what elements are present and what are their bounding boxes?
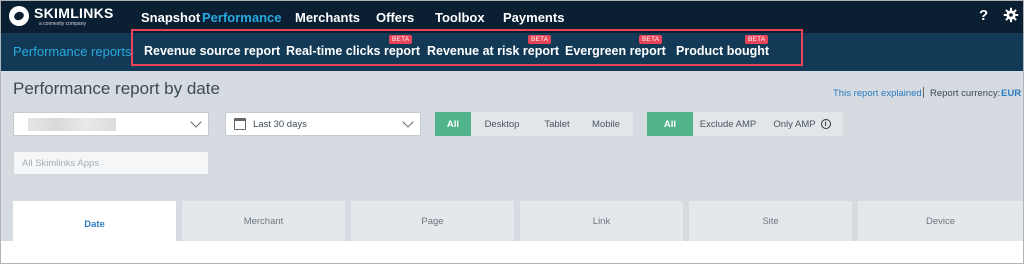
device-all-button[interactable]: All: [435, 112, 471, 136]
subnav-label: Real-time clicks report: [286, 44, 421, 58]
subnav-product-bought[interactable]: Product bought BETA: [676, 35, 770, 58]
device-mobile-button[interactable]: Mobile: [581, 112, 631, 136]
beta-badge: BETA: [389, 35, 413, 44]
tab-link[interactable]: Link: [520, 201, 683, 241]
date-range-select[interactable]: Last 30 days: [225, 112, 421, 136]
device-desktop-button[interactable]: Desktop: [471, 112, 533, 136]
app-window: SKIMLINKS a connexity company Snapshot P…: [0, 0, 1024, 264]
calendar-icon: [234, 118, 246, 130]
date-range-value: Last 30 days: [253, 119, 307, 130]
logo-mark-icon: [9, 6, 29, 26]
only-amp-label: Only AMP: [773, 118, 816, 130]
top-nav: SKIMLINKS a connexity company Snapshot P…: [1, 1, 1023, 33]
tab-merchant[interactable]: Merchant: [182, 201, 345, 241]
amp-all-button[interactable]: All: [647, 112, 693, 136]
subnav-label: Product bought: [676, 44, 770, 58]
logo-tagline: a connexity company: [39, 21, 86, 27]
amp-toggle: All Exclude AMP Only AMP i: [647, 112, 843, 136]
nav-payments[interactable]: Payments: [503, 10, 564, 25]
subnav-label: Evergreen report: [565, 44, 666, 58]
beta-badge: BETA: [528, 35, 552, 44]
currency-value[interactable]: EUR: [1001, 88, 1021, 99]
beta-badge: BETA: [745, 35, 769, 44]
subnav-real-time-clicks-report[interactable]: Real-time clicks report BETA: [286, 35, 421, 58]
redacted-account-value: [28, 118, 116, 131]
logo-text: SKIMLINKS: [34, 5, 114, 21]
currency-label: Report currency:: [930, 88, 1001, 99]
sub-nav: Performance reports Revenue source repor…: [1, 33, 1023, 71]
tab-site[interactable]: Site: [689, 201, 852, 241]
chevron-down-icon: [402, 116, 414, 128]
subnav-revenue-at-risk-report[interactable]: Revenue at risk report BETA: [427, 35, 559, 58]
report-explained-link[interactable]: This report explained: [833, 88, 922, 99]
subnav-revenue-source-report[interactable]: Revenue source report: [144, 44, 280, 58]
chevron-down-icon: [190, 116, 202, 128]
info-icon[interactable]: i: [820, 119, 831, 129]
exclude-amp-button[interactable]: Exclude AMP: [693, 112, 763, 136]
nav-offers[interactable]: Offers: [376, 10, 414, 25]
subnav-performance-reports[interactable]: Performance reports: [13, 44, 132, 59]
apps-select-placeholder: All Skimlinks Apps: [22, 158, 100, 169]
main-content: Performance report by date This report e…: [1, 71, 1023, 263]
separator: |: [922, 86, 925, 98]
nav-merchants[interactable]: Merchants: [295, 10, 360, 25]
tab-date[interactable]: Date: [13, 201, 176, 247]
subnav-evergreen-report[interactable]: Evergreen report BETA: [565, 35, 666, 58]
gear-icon[interactable]: [1003, 7, 1019, 23]
subnav-label: Revenue at risk report: [427, 44, 559, 58]
device-tablet-button[interactable]: Tablet: [533, 112, 581, 136]
report-tabs: Date Merchant Page Link Site Device: [13, 201, 1023, 247]
nav-performance[interactable]: Performance: [202, 10, 281, 25]
only-amp-button[interactable]: Only AMP i: [763, 112, 841, 136]
tab-device[interactable]: Device: [858, 201, 1023, 241]
skimlinks-logo[interactable]: SKIMLINKS a connexity company: [9, 4, 119, 30]
nav-snapshot[interactable]: Snapshot: [141, 10, 200, 25]
tab-page[interactable]: Page: [351, 201, 514, 241]
beta-badge: BETA: [639, 35, 663, 44]
help-icon[interactable]: ?: [979, 7, 988, 24]
nav-toolbox[interactable]: Toolbox: [435, 10, 485, 25]
page-title: Performance report by date: [13, 79, 220, 98]
apps-select[interactable]: All Skimlinks Apps: [13, 151, 209, 175]
device-toggle: All Desktop Tablet Mobile: [435, 112, 633, 136]
account-select[interactable]: [13, 112, 209, 136]
